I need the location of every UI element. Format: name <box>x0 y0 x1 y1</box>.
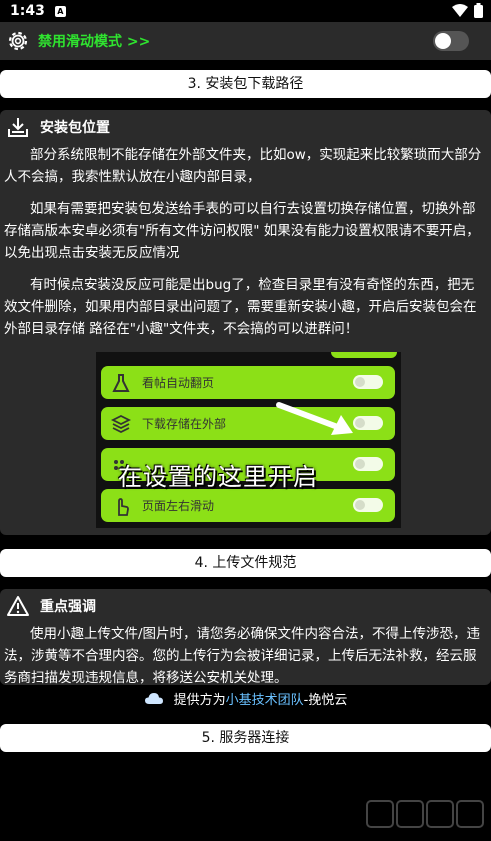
disable-swipe-toggle[interactable] <box>433 31 469 51</box>
section-title-server-connection[interactable]: 5. 服务器连接 <box>0 724 491 752</box>
hand-pointer-icon <box>118 497 129 516</box>
provider-prefix: 提供方为 <box>173 692 226 708</box>
gear-icon[interactable] <box>6 29 30 53</box>
status-time: 1:43 <box>10 3 45 19</box>
settings-example-screenshot: 看帖自动翻页 下载存储在外部 页面左右滑动 在设置的这里开启 <box>96 352 401 528</box>
install-location-paragraph-3: 有时候点安装没反应可能是出bug了，检查目录里有没有奇怪的东西，把无效文件删除，… <box>4 277 477 337</box>
cloud-icon <box>144 693 163 704</box>
warning-icon <box>7 596 29 616</box>
install-location-paragraph-1: 部分系统限制不能存储在外部文件夹，比如ow，实现起来比较繁琐而大部分人不会搞，我… <box>4 147 482 185</box>
disable-swipe-label[interactable]: 禁用滑动模式 >> <box>38 31 150 51</box>
provider-suffix: -挽悦云 <box>303 692 348 708</box>
upload-rules-header: 重点强调 <box>0 589 491 623</box>
section-title-upload-rules[interactable]: 4. 上传文件规范 <box>0 549 491 577</box>
notification-icon: A <box>54 5 66 17</box>
upload-rules-card: 重点强调 使用小趣上传文件/图片时，请您务必确保文件内容合法，不得上传涉恐，违法… <box>0 589 491 685</box>
page-swipe-label: 页面左右滑动 <box>142 499 215 513</box>
install-location-header: 安装包位置 <box>0 110 491 144</box>
upload-rules-paragraph: 使用小趣上传文件/图片时，请您务必确保文件内容合法，不得上传涉恐，违法，涉黄等不… <box>4 626 481 685</box>
layers-icon <box>110 414 132 433</box>
section-title-download-path[interactable]: 3. 安装包下载路径 <box>0 70 491 98</box>
obscured-setting-switch <box>353 457 383 471</box>
external-storage-label: 下载存储在外部 <box>142 417 227 431</box>
auto-page-turn-label: 看帖自动翻页 <box>142 376 215 390</box>
wifi-icon <box>452 3 468 17</box>
status-bar: 1:43 A <box>0 0 491 22</box>
upload-rules-title: 重点强调 <box>40 599 96 615</box>
toggle-knob <box>435 33 451 49</box>
page-swipe-switch <box>353 498 383 512</box>
provider-team-link[interactable]: 小基技术团队 <box>226 689 304 708</box>
auto-page-turn-row: 看帖自动翻页 <box>101 366 395 399</box>
provider-line: 提供方为 小基技术团队 -挽悦云 <box>0 686 491 710</box>
screenshot-caption: 在设置的这里开启 <box>118 463 318 491</box>
download-tray-icon <box>8 118 28 137</box>
page-swipe-row: 页面左右滑动 <box>101 489 395 522</box>
cropped-row-edge <box>331 352 397 358</box>
install-location-paragraph-2: 如果有需要把安装包发送给手表的可以自行去设置切换存储位置，切换外部存储高版本安卓… <box>4 201 480 261</box>
auto-page-turn-switch <box>353 375 383 389</box>
install-location-card: 安装包位置 部分系统限制不能存储在外部文件夹，比如ow，实现起来比较繁琐而大部分… <box>0 110 491 535</box>
site-watermark-logo <box>366 800 484 828</box>
install-location-title: 安装包位置 <box>40 120 110 136</box>
disable-swipe-row[interactable]: 禁用滑动模式 >> <box>0 22 491 60</box>
status-icons <box>452 3 483 18</box>
arrow-icon <box>276 402 353 435</box>
flask-icon <box>112 373 130 392</box>
battery-icon <box>474 3 483 18</box>
